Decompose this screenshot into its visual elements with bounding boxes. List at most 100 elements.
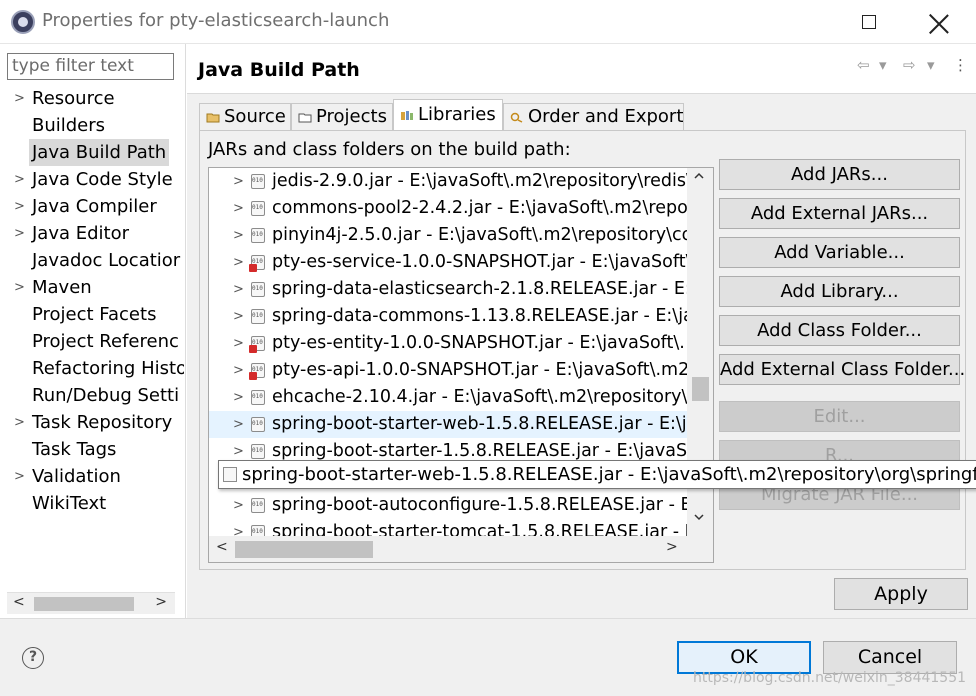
nav-horizontal-scrollbar[interactable]: < > bbox=[7, 592, 175, 614]
tab-order-export[interactable]: Order and Export bbox=[503, 103, 684, 131]
library-action-button[interactable]: Add External Class Folder... bbox=[719, 354, 965, 385]
expand-arrow-icon[interactable]: > bbox=[233, 330, 244, 357]
window-title: Properties for pty-elasticsearch-launch bbox=[42, 10, 390, 31]
library-action-button[interactable]: Add JARs... bbox=[719, 159, 960, 190]
expand-arrow-icon[interactable]: > bbox=[233, 384, 244, 411]
tree-item[interactable]: WikiText bbox=[0, 490, 184, 517]
expand-arrow-icon[interactable]: > bbox=[233, 411, 244, 438]
expand-arrow-icon[interactable]: > bbox=[233, 168, 244, 195]
tree-item-label: Java Editor bbox=[32, 223, 130, 244]
library-action-button[interactable]: Add External JARs... bbox=[719, 198, 960, 229]
tree-item[interactable]: Refactoring Histo bbox=[0, 355, 184, 382]
maximize-icon bbox=[862, 15, 876, 29]
jars-heading: JARs and class folders on the build path… bbox=[208, 139, 571, 160]
scroll-left-icon[interactable]: < bbox=[13, 594, 25, 610]
vertical-scroll-thumb[interactable] bbox=[692, 377, 709, 401]
expand-arrow-icon[interactable]: > bbox=[233, 222, 244, 249]
tree-item-label: Task Repository bbox=[32, 412, 173, 433]
scroll-up-icon[interactable] bbox=[693, 170, 705, 186]
tree-item[interactable]: > Resource bbox=[0, 85, 184, 112]
tree-item[interactable]: Builders bbox=[0, 112, 184, 139]
libraries-panel: JARs and class folders on the build path… bbox=[199, 130, 966, 570]
back-arrow-icon[interactable]: ⇦ bbox=[857, 56, 870, 74]
expand-arrow-icon[interactable]: > bbox=[233, 195, 244, 222]
tree-item-label: Resource bbox=[32, 88, 115, 109]
jar-row[interactable]: > spring-data-commons-1.13.8.RELEASE.jar … bbox=[209, 303, 687, 330]
maximize-button[interactable] bbox=[834, 0, 904, 44]
tree-item[interactable]: > Java Code Style bbox=[0, 166, 184, 193]
expand-arrow-icon[interactable]: > bbox=[233, 276, 244, 303]
scroll-thumb[interactable] bbox=[34, 597, 134, 611]
preferences-nav-pane: type filter text > Resource Builders Java B… bbox=[0, 44, 186, 618]
forward-menu-icon[interactable]: ▾ bbox=[927, 56, 935, 74]
horizontal-scroll-thumb[interactable] bbox=[235, 541, 373, 558]
jar-row[interactable]: > pty-es-service-1.0.0-SNAPSHOT.jar - E:\… bbox=[209, 249, 687, 276]
tree-item-label: Javadoc Locatior bbox=[32, 250, 181, 271]
more-options-icon[interactable]: ⋮ bbox=[953, 56, 968, 74]
tree-item[interactable]: > Validation bbox=[0, 463, 184, 490]
help-icon[interactable]: ? bbox=[22, 647, 44, 669]
jar-row[interactable]: > jedis-2.9.0.jar - E:\javaSoft\.m2\repos… bbox=[209, 168, 687, 195]
tab-projects-label: Projects bbox=[316, 106, 387, 127]
project-folder-icon bbox=[298, 113, 312, 123]
close-button[interactable] bbox=[904, 0, 974, 44]
tree-item[interactable]: Project Referenc bbox=[0, 328, 184, 355]
jar-row[interactable]: > spring-boot-autoconfigure-1.5.8.RELEASE… bbox=[209, 492, 687, 519]
jar-icon bbox=[251, 282, 265, 297]
tree-item[interactable]: > Java Compiler bbox=[0, 193, 184, 220]
scroll-down-icon[interactable] bbox=[693, 511, 705, 527]
jar-row[interactable]: > pty-es-entity-1.0.0-SNAPSHOT.jar - E:\j… bbox=[209, 330, 687, 357]
library-action-button[interactable]: Add Library... bbox=[719, 276, 960, 307]
tree-item[interactable]: Javadoc Locatior bbox=[0, 247, 184, 274]
tree-item-label: WikiText bbox=[32, 493, 107, 514]
history-navigation: ⇦ ▾ ⇨ ▾ ⋮ bbox=[857, 56, 972, 78]
tree-item[interactable]: > Java Editor bbox=[0, 220, 184, 247]
tree-item[interactable]: Run/Debug Setti bbox=[0, 382, 184, 409]
title-bar: Properties for pty-elasticsearch-launch bbox=[0, 0, 976, 44]
jar-row[interactable]: > spring-data-elasticsearch-2.1.8.RELEASE… bbox=[209, 276, 687, 303]
expand-arrow-icon[interactable]: > bbox=[233, 492, 244, 519]
jar-list[interactable]: > jedis-2.9.0.jar - E:\javaSoft\.m2\repos… bbox=[208, 167, 714, 563]
jar-row[interactable]: > pty-es-api-1.0.0-SNAPSHOT.jar - E:\java… bbox=[209, 357, 687, 384]
expand-arrow-icon[interactable]: > bbox=[14, 409, 26, 436]
scroll-corner bbox=[687, 536, 713, 562]
back-menu-icon[interactable]: ▾ bbox=[879, 56, 887, 74]
jar-row[interactable]: > commons-pool2-2.4.2.jar - E:\javaSoft\.… bbox=[209, 195, 687, 222]
page-header: Java Build Path ⇦ ▾ ⇨ ▾ ⋮ bbox=[187, 44, 976, 94]
scroll-right-icon[interactable]: > bbox=[666, 539, 678, 555]
library-action-button[interactable]: Edit... bbox=[719, 401, 960, 432]
jar-list-horizontal-scrollbar[interactable]: < > bbox=[209, 536, 687, 562]
dialog-button-bar: ? OK Cancel https://blog.csdn.net/weixin… bbox=[0, 618, 976, 696]
expand-arrow-icon[interactable]: > bbox=[14, 274, 26, 301]
expand-arrow-icon[interactable]: > bbox=[233, 303, 244, 330]
jar-row[interactable]: > pinyin4j-2.5.0.jar - E:\javaSoft\.m2\re… bbox=[209, 222, 687, 249]
library-action-button[interactable]: Add Class Folder... bbox=[719, 315, 960, 346]
jar-icon bbox=[251, 201, 265, 216]
expand-arrow-icon[interactable]: > bbox=[233, 357, 244, 384]
scroll-left-icon[interactable]: < bbox=[216, 539, 228, 555]
forward-arrow-icon[interactable]: ⇨ bbox=[903, 56, 916, 74]
tree-item[interactable]: > Maven bbox=[0, 274, 184, 301]
apply-button[interactable]: Apply bbox=[834, 578, 968, 610]
expand-arrow-icon[interactable]: > bbox=[14, 463, 26, 490]
tab-libraries[interactable]: Libraries bbox=[393, 99, 503, 132]
filter-input[interactable]: type filter text bbox=[7, 53, 174, 80]
jar-row[interactable]: > ehcache-2.10.4.jar - E:\javaSoft\.m2\re… bbox=[209, 384, 687, 411]
jar-label: spring-data-commons-1.13.8.RELEASE.jar -… bbox=[272, 306, 687, 326]
expand-arrow-icon[interactable]: > bbox=[14, 220, 26, 247]
tree-item[interactable]: > Task Repository bbox=[0, 409, 184, 436]
expand-arrow-icon[interactable]: > bbox=[233, 249, 244, 276]
page-title: Java Build Path bbox=[198, 59, 360, 81]
tree-item[interactable]: Task Tags bbox=[0, 436, 184, 463]
expand-arrow-icon[interactable]: > bbox=[14, 166, 26, 193]
tree-item[interactable]: Project Facets bbox=[0, 301, 184, 328]
scroll-right-icon[interactable]: > bbox=[155, 594, 167, 610]
expand-arrow-icon[interactable]: > bbox=[14, 193, 26, 220]
jar-icon bbox=[251, 309, 265, 324]
tree-item[interactable]: Java Build Path bbox=[0, 139, 184, 166]
expand-arrow-icon[interactable]: > bbox=[14, 85, 26, 112]
tab-projects[interactable]: Projects bbox=[291, 103, 393, 131]
jar-row[interactable]: > spring-boot-starter-web-1.5.8.RELEASE.j… bbox=[209, 411, 687, 438]
library-action-button[interactable]: Add Variable... bbox=[719, 237, 960, 268]
tab-source[interactable]: Source bbox=[199, 103, 291, 131]
